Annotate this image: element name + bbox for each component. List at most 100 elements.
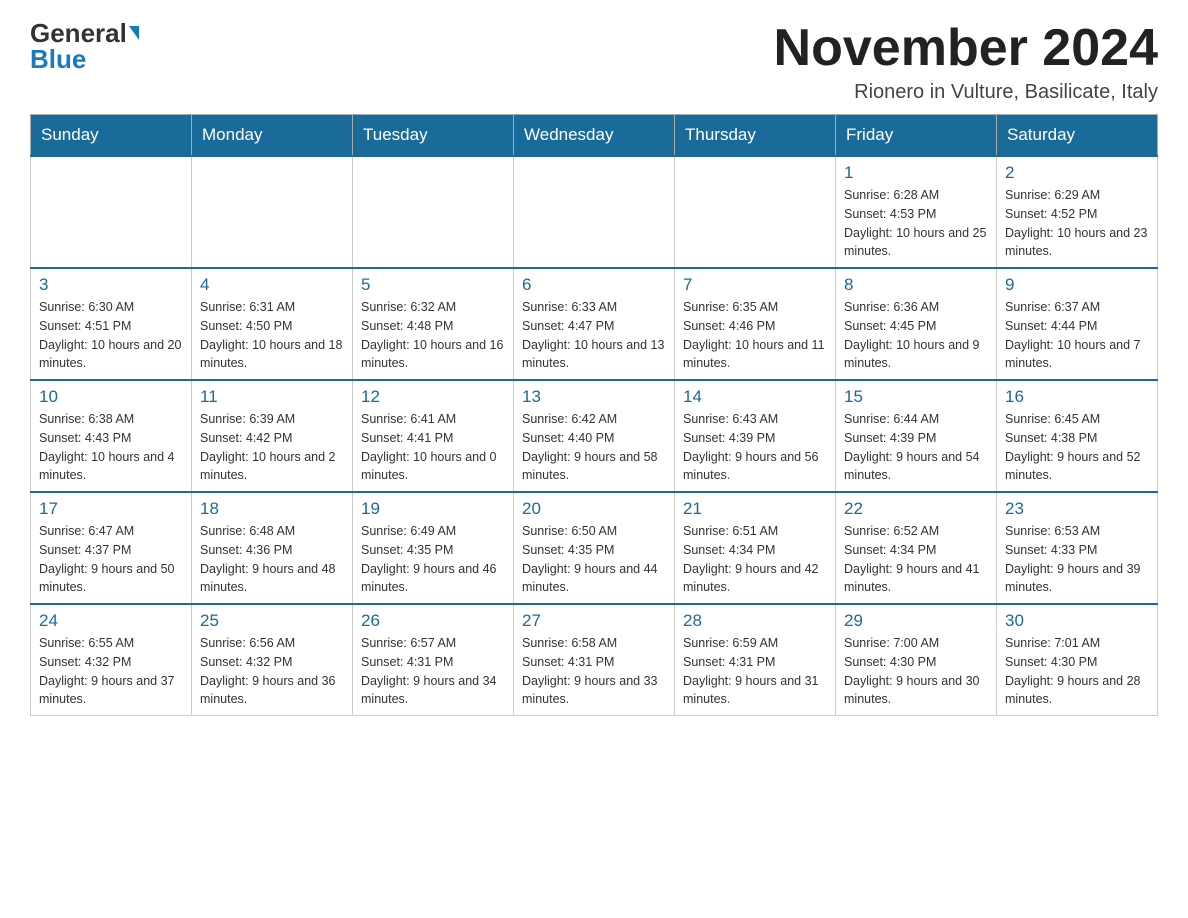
- day-number: 14: [683, 387, 827, 407]
- day-info: Sunrise: 6:53 AM Sunset: 4:33 PM Dayligh…: [1005, 522, 1149, 597]
- day-info: Sunrise: 6:39 AM Sunset: 4:42 PM Dayligh…: [200, 410, 344, 485]
- calendar-cell: 7 Sunrise: 6:35 AM Sunset: 4:46 PM Daylig…: [675, 268, 836, 380]
- day-number: 3: [39, 275, 183, 295]
- calendar-cell: 3 Sunrise: 6:30 AM Sunset: 4:51 PM Daylig…: [31, 268, 192, 380]
- calendar-week-row: 1 Sunrise: 6:28 AM Sunset: 4:53 PM Daylig…: [31, 156, 1158, 268]
- calendar-cell: 28Sunrise: 6:59 AM Sunset: 4:31 PM Dayli…: [675, 604, 836, 716]
- day-number: 23: [1005, 499, 1149, 519]
- calendar-cell: 13 Sunrise: 6:42 AM Sunset: 4:40 PM Dayli…: [514, 380, 675, 492]
- day-info: Sunrise: 6:32 AM Sunset: 4:48 PM Dayligh…: [361, 298, 505, 373]
- day-number: 1: [844, 163, 988, 183]
- day-info: Sunrise: 6:56 AM Sunset: 4:32 PM Dayligh…: [200, 634, 344, 709]
- day-info: Sunrise: 6:45 AM Sunset: 4:38 PM Dayligh…: [1005, 410, 1149, 485]
- day-number: 24: [39, 611, 183, 631]
- calendar-cell: 11 Sunrise: 6:39 AM Sunset: 4:42 PM Dayli…: [192, 380, 353, 492]
- calendar-cell: 23 Sunrise: 6:53 AM Sunset: 4:33 PM Dayli…: [997, 492, 1158, 604]
- calendar-cell: 14Sunrise: 6:43 AM Sunset: 4:39 PM Dayli…: [675, 380, 836, 492]
- day-number: 25: [200, 611, 344, 631]
- calendar-week-row: 3 Sunrise: 6:30 AM Sunset: 4:51 PM Daylig…: [31, 268, 1158, 380]
- day-of-week-header: Friday: [836, 115, 997, 157]
- calendar-cell: 4 Sunrise: 6:31 AM Sunset: 4:50 PM Daylig…: [192, 268, 353, 380]
- day-of-week-header: Tuesday: [353, 115, 514, 157]
- calendar-cell: 20 Sunrise: 6:50 AM Sunset: 4:35 PM Dayli…: [514, 492, 675, 604]
- day-number: 21: [683, 499, 827, 519]
- logo-triangle-icon: [129, 26, 139, 40]
- day-info: Sunrise: 6:42 AM Sunset: 4:40 PM Dayligh…: [522, 410, 666, 485]
- logo-blue-text: Blue: [30, 46, 86, 72]
- calendar-cell: [353, 156, 514, 268]
- day-number: 17: [39, 499, 183, 519]
- calendar-week-row: 24 Sunrise: 6:55 AM Sunset: 4:32 PM Dayli…: [31, 604, 1158, 716]
- day-number: 28: [683, 611, 827, 631]
- calendar-table: SundayMondayTuesdayWednesdayThursdayFrid…: [30, 114, 1158, 716]
- calendar-cell: 26 Sunrise: 6:57 AM Sunset: 4:31 PM Dayli…: [353, 604, 514, 716]
- day-info: Sunrise: 6:47 AM Sunset: 4:37 PM Dayligh…: [39, 522, 183, 597]
- day-info: Sunrise: 6:35 AM Sunset: 4:46 PM Dayligh…: [683, 298, 827, 373]
- calendar-cell: 21 Sunrise: 6:51 AM Sunset: 4:34 PM Dayli…: [675, 492, 836, 604]
- calendar-cell: 24 Sunrise: 6:55 AM Sunset: 4:32 PM Dayli…: [31, 604, 192, 716]
- day-number: 15: [844, 387, 988, 407]
- day-number: 4: [200, 275, 344, 295]
- day-of-week-header: Wednesday: [514, 115, 675, 157]
- calendar-cell: 8 Sunrise: 6:36 AM Sunset: 4:45 PM Daylig…: [836, 268, 997, 380]
- day-info: Sunrise: 6:31 AM Sunset: 4:50 PM Dayligh…: [200, 298, 344, 373]
- title-block: November 2024 Rionero in Vulture, Basili…: [774, 20, 1158, 104]
- day-of-week-header: Sunday: [31, 115, 192, 157]
- page-header: General Blue November 2024 Rionero in Vu…: [30, 20, 1158, 104]
- day-info: Sunrise: 6:55 AM Sunset: 4:32 PM Dayligh…: [39, 634, 183, 709]
- day-number: 12: [361, 387, 505, 407]
- day-number: 30: [1005, 611, 1149, 631]
- calendar-cell: 19 Sunrise: 6:49 AM Sunset: 4:35 PM Dayli…: [353, 492, 514, 604]
- calendar-cell: 15 Sunrise: 6:44 AM Sunset: 4:39 PM Dayli…: [836, 380, 997, 492]
- day-info: Sunrise: 6:49 AM Sunset: 4:35 PM Dayligh…: [361, 522, 505, 597]
- day-number: 20: [522, 499, 666, 519]
- logo: General Blue: [30, 20, 139, 72]
- calendar-cell: [514, 156, 675, 268]
- day-info: Sunrise: 6:28 AM Sunset: 4:53 PM Dayligh…: [844, 186, 988, 261]
- day-of-week-header: Monday: [192, 115, 353, 157]
- day-number: 16: [1005, 387, 1149, 407]
- day-number: 27: [522, 611, 666, 631]
- day-number: 18: [200, 499, 344, 519]
- calendar-cell: 2Sunrise: 6:29 AM Sunset: 4:52 PM Daylig…: [997, 156, 1158, 268]
- calendar-cell: 22 Sunrise: 6:52 AM Sunset: 4:34 PM Dayli…: [836, 492, 997, 604]
- day-number: 8: [844, 275, 988, 295]
- calendar-cell: [192, 156, 353, 268]
- day-info: Sunrise: 6:36 AM Sunset: 4:45 PM Dayligh…: [844, 298, 988, 373]
- calendar-cell: 17 Sunrise: 6:47 AM Sunset: 4:37 PM Dayli…: [31, 492, 192, 604]
- day-number: 11: [200, 387, 344, 407]
- day-info: Sunrise: 6:37 AM Sunset: 4:44 PM Dayligh…: [1005, 298, 1149, 373]
- day-info: Sunrise: 6:50 AM Sunset: 4:35 PM Dayligh…: [522, 522, 666, 597]
- calendar-cell: [31, 156, 192, 268]
- day-number: 2: [1005, 163, 1149, 183]
- day-number: 26: [361, 611, 505, 631]
- calendar-cell: 29Sunrise: 7:00 AM Sunset: 4:30 PM Dayli…: [836, 604, 997, 716]
- calendar-week-row: 10Sunrise: 6:38 AM Sunset: 4:43 PM Dayli…: [31, 380, 1158, 492]
- day-info: Sunrise: 6:57 AM Sunset: 4:31 PM Dayligh…: [361, 634, 505, 709]
- calendar-cell: 1 Sunrise: 6:28 AM Sunset: 4:53 PM Daylig…: [836, 156, 997, 268]
- day-info: Sunrise: 6:38 AM Sunset: 4:43 PM Dayligh…: [39, 410, 183, 485]
- calendar-cell: 16 Sunrise: 6:45 AM Sunset: 4:38 PM Dayli…: [997, 380, 1158, 492]
- day-info: Sunrise: 6:52 AM Sunset: 4:34 PM Dayligh…: [844, 522, 988, 597]
- day-info: Sunrise: 6:30 AM Sunset: 4:51 PM Dayligh…: [39, 298, 183, 373]
- day-info: Sunrise: 6:58 AM Sunset: 4:31 PM Dayligh…: [522, 634, 666, 709]
- day-number: 6: [522, 275, 666, 295]
- day-number: 22: [844, 499, 988, 519]
- day-info: Sunrise: 6:44 AM Sunset: 4:39 PM Dayligh…: [844, 410, 988, 485]
- day-number: 13: [522, 387, 666, 407]
- day-of-week-header: Thursday: [675, 115, 836, 157]
- calendar-header-row: SundayMondayTuesdayWednesdayThursdayFrid…: [31, 115, 1158, 157]
- logo-general-text: General: [30, 20, 127, 46]
- calendar-cell: 12Sunrise: 6:41 AM Sunset: 4:41 PM Dayli…: [353, 380, 514, 492]
- day-number: 19: [361, 499, 505, 519]
- location-title: Rionero in Vulture, Basilicate, Italy: [774, 81, 1158, 104]
- day-number: 7: [683, 275, 827, 295]
- day-info: Sunrise: 7:00 AM Sunset: 4:30 PM Dayligh…: [844, 634, 988, 709]
- day-info: Sunrise: 6:51 AM Sunset: 4:34 PM Dayligh…: [683, 522, 827, 597]
- calendar-cell: 9 Sunrise: 6:37 AM Sunset: 4:44 PM Daylig…: [997, 268, 1158, 380]
- day-number: 5: [361, 275, 505, 295]
- calendar-cell: 27 Sunrise: 6:58 AM Sunset: 4:31 PM Dayli…: [514, 604, 675, 716]
- calendar-cell: 5 Sunrise: 6:32 AM Sunset: 4:48 PM Daylig…: [353, 268, 514, 380]
- day-info: Sunrise: 6:33 AM Sunset: 4:47 PM Dayligh…: [522, 298, 666, 373]
- day-number: 9: [1005, 275, 1149, 295]
